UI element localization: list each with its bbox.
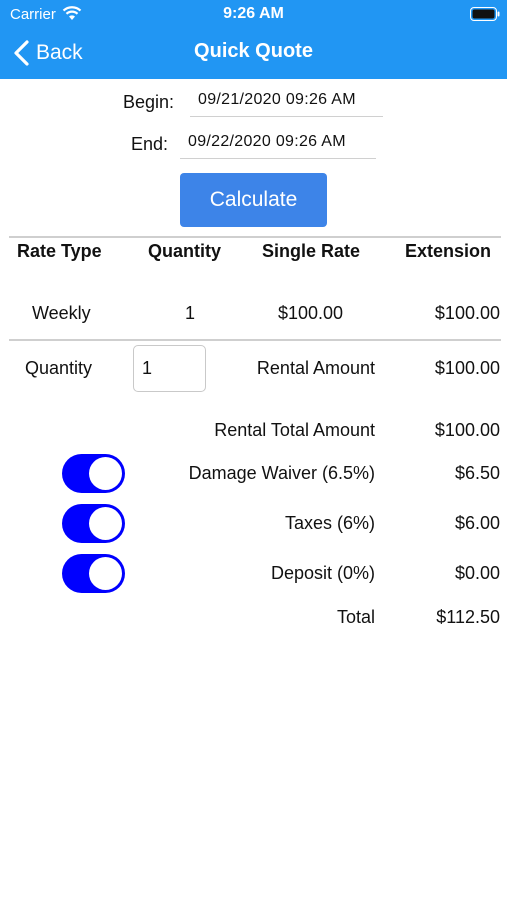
end-label: End:: [131, 134, 169, 154]
taxes-toggle[interactable]: [62, 504, 125, 543]
header-extension: Extension: [405, 241, 492, 261]
calculate-button[interactable]: Calculate: [180, 173, 327, 227]
damage-waiver-value: $6.50: [454, 463, 500, 483]
quantity-input[interactable]: 1: [133, 345, 206, 392]
toggle-knob: [89, 557, 122, 590]
status-bar: Carrier 9:26 AM: [0, 0, 507, 28]
damage-waiver-label: Damage Waiver (6.5%): [188, 463, 375, 483]
app-header: Carrier 9:26 AM Back Quick Quote: [0, 0, 507, 79]
total-label: Total: [336, 607, 375, 627]
damage-waiver-toggle[interactable]: [62, 454, 125, 493]
cell-rate-type: Weekly: [32, 303, 91, 323]
taxes-label: Taxes (6%): [284, 513, 375, 533]
nav-bar: Back Quick Quote: [0, 30, 507, 76]
deposit-value: $0.00: [454, 563, 500, 583]
begin-date-field[interactable]: 09/21/2020 09:26 AM: [190, 87, 383, 117]
rental-amount-label: Rental Amount: [256, 358, 375, 378]
battery-icon: [470, 7, 500, 21]
cell-quantity: 1: [185, 303, 196, 323]
status-time: 9:26 AM: [223, 5, 284, 22]
divider: [9, 339, 501, 341]
end-date-field[interactable]: 09/22/2020 09:26 AM: [180, 129, 376, 159]
header-single-rate: Single Rate: [262, 241, 361, 261]
taxes-value: $6.00: [454, 513, 500, 533]
rental-amount-value: $100.00: [434, 358, 500, 378]
toggle-knob: [89, 457, 122, 490]
toggle-knob: [89, 507, 122, 540]
deposit-label: Deposit (0%): [270, 563, 375, 583]
page-title: Quick Quote: [194, 40, 313, 62]
quantity-label: Quantity: [25, 358, 93, 378]
total-value: $112.50: [436, 607, 500, 627]
cell-extension: $100.00: [434, 303, 500, 323]
rental-total-value: $100.00: [434, 420, 500, 440]
header-quantity: Quantity: [148, 241, 222, 261]
header-rate-type: Rate Type: [17, 241, 102, 261]
begin-label: Begin:: [123, 92, 175, 112]
cell-single-rate: $100.00: [278, 303, 344, 323]
divider: [9, 236, 501, 238]
rental-total-label: Rental Total Amount: [214, 420, 375, 440]
deposit-toggle[interactable]: [62, 554, 125, 593]
